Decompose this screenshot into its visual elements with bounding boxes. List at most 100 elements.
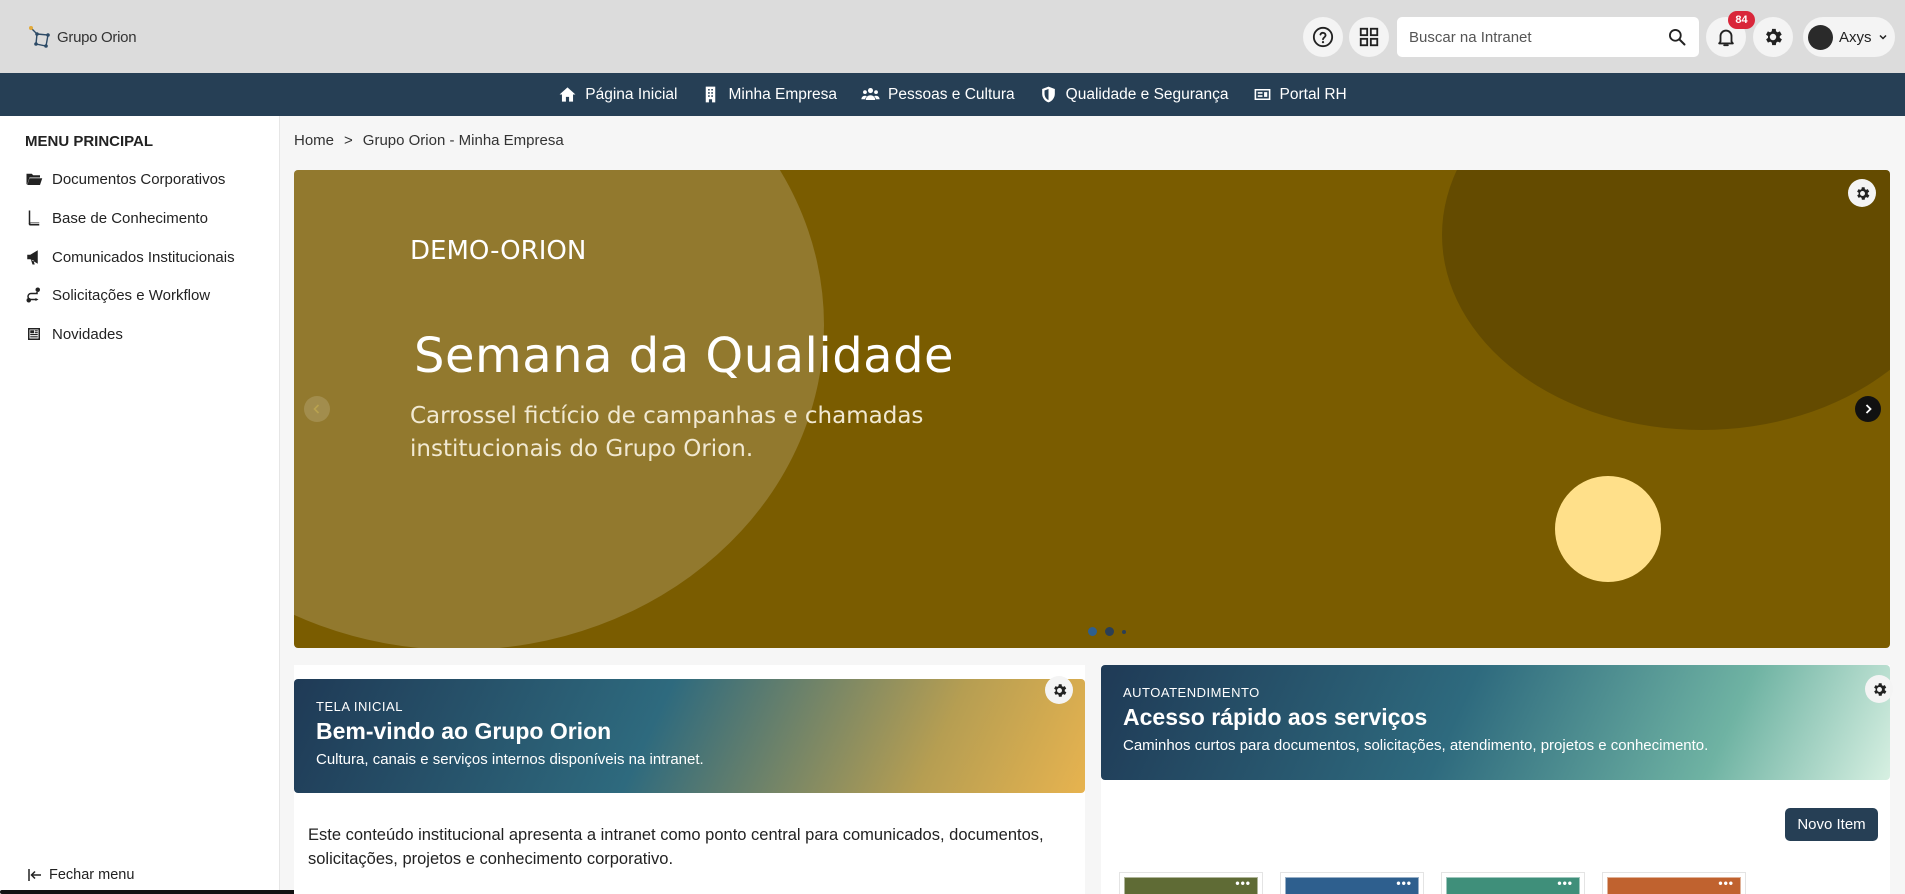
card-kicker: AUTOATENDIMENTO <box>1123 685 1260 700</box>
welcome-card-settings-button[interactable] <box>1045 676 1073 704</box>
id-card-icon <box>1254 88 1270 101</box>
service-tile-image: ••• <box>1285 876 1419 894</box>
sidebar-item-comunicados[interactable]: Comunicados Institucionais <box>25 248 235 266</box>
close-menu-label: Fechar menu <box>49 867 135 883</box>
settings-button[interactable] <box>1753 17 1793 57</box>
card-title: Bem-vindo ao Grupo Orion <box>316 718 612 744</box>
close-menu-button[interactable]: Fechar menu <box>27 867 134 883</box>
main-nav: Página Inicial Minha Empresa Pessoas e C… <box>0 73 1905 116</box>
services-card-settings-button[interactable] <box>1865 675 1893 703</box>
sidebar-item-solicitacoes[interactable]: Solicitações e Workflow <box>25 286 210 304</box>
nav-pessoas-e-cultura[interactable]: Pessoas e Cultura <box>849 73 1027 116</box>
sidebar-title: MENU PRINCIPAL <box>25 133 154 150</box>
nav-pagina-inicial[interactable]: Página Inicial <box>546 73 689 116</box>
breadcrumb-current: Grupo Orion - Minha Empresa <box>362 132 564 149</box>
services-card-header: AUTOATENDIMENTO Acesso rápido aos serviç… <box>1101 665 1890 780</box>
carousel-dot-3[interactable] <box>1122 629 1126 634</box>
sidebar-item-label: Comunicados Institucionais <box>52 248 235 266</box>
newspaper-icon <box>28 328 40 340</box>
sidebar-item-novidades[interactable]: Novidades <box>25 325 123 343</box>
sidebar: MENU PRINCIPAL Documentos Corporativos B… <box>0 116 413 894</box>
help-button[interactable] <box>1303 17 1343 57</box>
notification-badge: 84 <box>1728 11 1755 29</box>
sidebar-item-documentos[interactable]: Documentos Corporativos <box>25 170 225 188</box>
carousel-prev-button[interactable] <box>304 396 330 422</box>
nav-label: Minha Empresa <box>728 85 838 103</box>
carousel-dot-2[interactable] <box>1105 627 1114 636</box>
decorative-circle <box>1442 170 1890 430</box>
search-icon[interactable] <box>1667 27 1687 47</box>
service-tile-image: ••• <box>1607 876 1741 894</box>
service-tile-image: ••• <box>1124 876 1258 894</box>
hero-title: Semana da Qualidade <box>414 328 955 384</box>
card-description: Caminhos curtos para documentos, solicit… <box>1123 737 1709 754</box>
welcome-card: TELA INICIAL Bem-vindo ao Grupo Orion Cu… <box>294 665 1085 894</box>
service-tile[interactable]: ••• <box>1280 872 1424 894</box>
breadcrumb-home[interactable]: Home <box>294 132 334 149</box>
service-tile[interactable]: ••• <box>1441 872 1585 894</box>
welcome-card-header: TELA INICIAL Bem-vindo ao Grupo Orion Cu… <box>294 679 1085 793</box>
service-tile[interactable]: ••• <box>1119 872 1263 894</box>
sidebar-item-base-conhecimento[interactable]: Base de Conhecimento <box>25 209 208 227</box>
search-box <box>1397 17 1699 57</box>
people-icon <box>861 88 880 101</box>
shield-icon <box>1041 86 1055 103</box>
hero-settings-button[interactable] <box>1848 179 1876 207</box>
more-options-icon[interactable]: ••• <box>1557 876 1573 890</box>
more-options-icon[interactable]: ••• <box>1396 876 1412 890</box>
nav-label: Pessoas e Cultura <box>888 85 1015 103</box>
carousel-dot-1[interactable] <box>1088 627 1097 636</box>
carousel-next-button[interactable] <box>1855 396 1881 422</box>
service-tile-image: ••• <box>1446 876 1580 894</box>
chevron-left-icon <box>313 404 320 414</box>
folder-open-icon <box>26 173 43 185</box>
welcome-card-body: Este conteúdo institucional apresenta a … <box>308 826 1044 868</box>
book-icon <box>28 210 40 226</box>
gear-icon <box>1766 28 1782 46</box>
apps-button[interactable] <box>1349 17 1389 57</box>
card-description: Cultura, canais e serviços internos disp… <box>316 751 704 768</box>
sidebar-item-label: Documentos Corporativos <box>52 170 226 188</box>
building-icon <box>706 86 716 103</box>
avatar <box>1808 24 1833 50</box>
chevron-right-icon <box>1865 404 1872 414</box>
grid-icon <box>1359 27 1379 47</box>
service-tile[interactable]: ••• <box>1602 872 1746 894</box>
megaphone-icon <box>27 250 38 265</box>
collapse-menu-icon <box>28 869 41 881</box>
card-title: Acesso rápido aos serviços <box>1123 704 1428 730</box>
top-header: Grupo Orion 84 <box>0 0 1905 73</box>
sidebar-item-label: Base de Conhecimento <box>52 209 208 227</box>
nav-portal-rh[interactable]: Portal RH <box>1241 73 1359 116</box>
brand-name: Grupo Orion <box>57 28 137 46</box>
nav-label: Qualidade e Segurança <box>1065 85 1229 103</box>
workflow-icon <box>26 287 40 303</box>
nav-label: Portal RH <box>1279 85 1347 103</box>
nav-label: Página Inicial <box>585 85 678 103</box>
nav-qualidade-e-seguranca[interactable]: Qualidade e Segurança <box>1027 73 1241 116</box>
new-item-button[interactable]: Novo Item <box>1785 808 1878 841</box>
sidebar-item-label: Novidades <box>52 325 123 343</box>
more-options-icon[interactable]: ••• <box>1235 876 1251 890</box>
sidebar-item-label: Solicitações e Workflow <box>52 286 211 304</box>
carousel-indicators <box>1088 627 1126 636</box>
decorative-sun-circle <box>1555 476 1661 582</box>
search-input[interactable] <box>1409 28 1667 46</box>
nav-minha-empresa[interactable]: Minha Empresa <box>689 73 849 116</box>
brand-logo[interactable]: Grupo Orion <box>28 24 137 50</box>
gear-icon <box>1053 683 1066 697</box>
breadcrumb-separator: > <box>344 132 353 149</box>
home-icon <box>559 87 576 102</box>
services-card: AUTOATENDIMENTO Acesso rápido aos serviç… <box>1101 665 1893 894</box>
chevron-down-icon <box>1878 34 1887 40</box>
hero-label: DEMO-ORION <box>410 236 587 266</box>
help-icon <box>1312 26 1334 48</box>
more-options-icon[interactable]: ••• <box>1718 876 1734 890</box>
gear-icon <box>1856 186 1869 200</box>
breadcrumb: Home > Grupo Orion - Minha Empresa <box>294 132 564 149</box>
hero-carousel: DEMO-ORION Semana da Qualidade Carrossel… <box>294 170 1890 648</box>
user-name: Axys <box>1839 28 1872 46</box>
user-menu[interactable]: Axys <box>1803 17 1895 57</box>
card-kicker: TELA INICIAL <box>316 699 403 714</box>
constellation-logo-icon <box>29 26 50 48</box>
